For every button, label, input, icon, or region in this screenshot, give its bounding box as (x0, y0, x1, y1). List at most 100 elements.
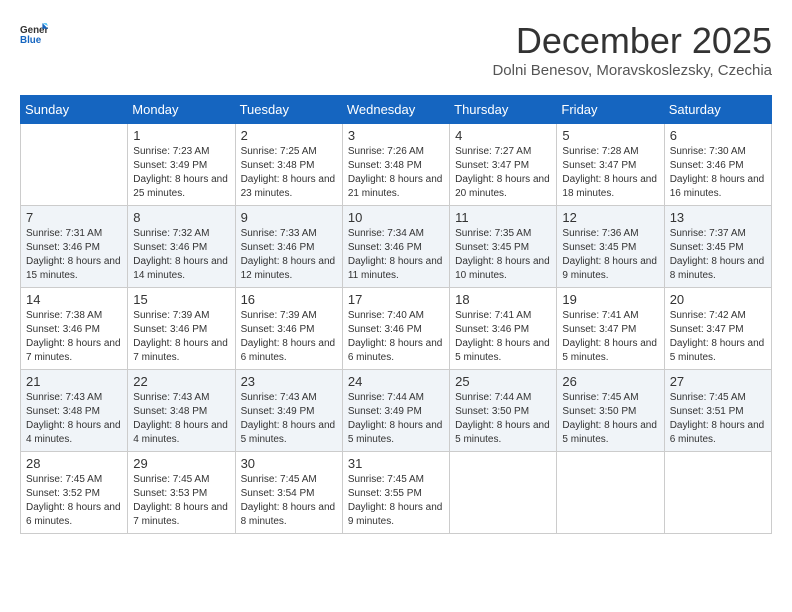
day-number: 27 (670, 374, 766, 389)
day-number: 5 (562, 128, 658, 143)
calendar-cell: 25 Sunrise: 7:44 AMSunset: 3:50 PMDayligh… (450, 370, 557, 452)
day-info: Sunrise: 7:31 AMSunset: 3:46 PMDaylight:… (26, 227, 122, 283)
calendar-cell: 17Sunrise: 7:40 AMSunset: 3:46 PMDayligh… (342, 288, 449, 370)
day-number: 9 (241, 210, 337, 225)
calendar-cell: 23 Sunrise: 7:43 AMSunset: 3:49 PMDayligh… (235, 370, 342, 452)
day-header-thursday: Thursday (450, 96, 557, 124)
calendar-cell: 18 Sunrise: 7:41 AMSunset: 3:46 PMDayligh… (450, 288, 557, 370)
calendar-cell: 14Sunrise: 7:38 AMSunset: 3:46 PMDayligh… (21, 288, 128, 370)
day-number: 2 (241, 128, 337, 143)
page-header: General Blue December 2025 Dolni Benesov… (20, 20, 772, 79)
calendar-cell: 21 Sunrise: 7:43 AMSunset: 3:48 PMDayligh… (21, 370, 128, 452)
day-info: Sunrise: 7:39 AMSunset: 3:46 PMDaylight:… (241, 309, 337, 365)
day-info: Sunrise: 7:23 AMSunset: 3:49 PMDaylight:… (133, 145, 229, 201)
calendar-week-row: 21 Sunrise: 7:43 AMSunset: 3:48 PMDayligh… (21, 370, 772, 452)
logo: General Blue (20, 20, 48, 55)
day-info: Sunrise: 7:43 AMSunset: 3:49 PMDaylight:… (241, 391, 337, 447)
day-info: Sunrise: 7:45 AMSunset: 3:55 PMDaylight:… (348, 473, 444, 529)
calendar-cell: 30Sunrise: 7:45 AMSunset: 3:54 PMDayligh… (235, 452, 342, 534)
day-info: Sunrise: 7:35 AMSunset: 3:45 PMDaylight:… (455, 227, 551, 283)
day-number: 28 (26, 456, 122, 471)
calendar-week-row: 28 Sunrise: 7:45 AMSunset: 3:52 PMDayligh… (21, 452, 772, 534)
day-info: Sunrise: 7:26 AMSunset: 3:48 PMDaylight:… (348, 145, 444, 201)
day-info: Sunrise: 7:25 AMSunset: 3:48 PMDaylight:… (241, 145, 337, 201)
day-number: 19 (562, 292, 658, 307)
calendar-cell: 3 Sunrise: 7:26 AMSunset: 3:48 PMDaylight… (342, 124, 449, 206)
calendar-cell: 13 Sunrise: 7:37 AMSunset: 3:45 PMDayligh… (664, 206, 771, 288)
month-title: December 2025 (492, 20, 772, 62)
day-number: 16 (241, 292, 337, 307)
title-block: December 2025 Dolni Benesov, Moravskosle… (492, 20, 772, 79)
day-header-sunday: Sunday (21, 96, 128, 124)
day-number: 3 (348, 128, 444, 143)
calendar-cell: 9 Sunrise: 7:33 AMSunset: 3:46 PMDaylight… (235, 206, 342, 288)
calendar-cell: 31 Sunrise: 7:45 AMSunset: 3:55 PMDayligh… (342, 452, 449, 534)
day-info: Sunrise: 7:32 AMSunset: 3:46 PMDaylight:… (133, 227, 229, 283)
day-number: 24 (348, 374, 444, 389)
calendar-table: SundayMondayTuesdayWednesdayThursdayFrid… (20, 95, 772, 534)
day-header-monday: Monday (128, 96, 235, 124)
day-number: 22 (133, 374, 229, 389)
day-info: Sunrise: 7:27 AMSunset: 3:47 PMDaylight:… (455, 145, 551, 201)
calendar-cell: 15Sunrise: 7:39 AMSunset: 3:46 PMDayligh… (128, 288, 235, 370)
day-number: 29 (133, 456, 229, 471)
day-header-wednesday: Wednesday (342, 96, 449, 124)
location-subtitle: Dolni Benesov, Moravskoslezsky, Czechia (492, 62, 772, 79)
day-header-saturday: Saturday (664, 96, 771, 124)
day-number: 11 (455, 210, 551, 225)
calendar-cell: 7Sunrise: 7:31 AMSunset: 3:46 PMDaylight… (21, 206, 128, 288)
calendar-cell: 2 Sunrise: 7:25 AMSunset: 3:48 PMDaylight… (235, 124, 342, 206)
day-number: 10 (348, 210, 444, 225)
day-number: 21 (26, 374, 122, 389)
day-info: Sunrise: 7:28 AMSunset: 3:47 PMDaylight:… (562, 145, 658, 201)
day-info: Sunrise: 7:43 AMSunset: 3:48 PMDaylight:… (26, 391, 122, 447)
calendar-cell: 20Sunrise: 7:42 AMSunset: 3:47 PMDayligh… (664, 288, 771, 370)
day-info: Sunrise: 7:38 AMSunset: 3:46 PMDaylight:… (26, 309, 122, 365)
day-info: Sunrise: 7:45 AMSunset: 3:52 PMDaylight:… (26, 473, 122, 529)
day-number: 23 (241, 374, 337, 389)
day-info: Sunrise: 7:43 AMSunset: 3:48 PMDaylight:… (133, 391, 229, 447)
calendar-week-row: 14Sunrise: 7:38 AMSunset: 3:46 PMDayligh… (21, 288, 772, 370)
day-info: Sunrise: 7:36 AMSunset: 3:45 PMDaylight:… (562, 227, 658, 283)
day-number: 26 (562, 374, 658, 389)
day-info: Sunrise: 7:45 AMSunset: 3:53 PMDaylight:… (133, 473, 229, 529)
day-header-tuesday: Tuesday (235, 96, 342, 124)
day-number: 18 (455, 292, 551, 307)
day-number: 6 (670, 128, 766, 143)
calendar-cell: 10Sunrise: 7:34 AMSunset: 3:46 PMDayligh… (342, 206, 449, 288)
day-number: 13 (670, 210, 766, 225)
day-number: 8 (133, 210, 229, 225)
calendar-cell: 19Sunrise: 7:41 AMSunset: 3:47 PMDayligh… (557, 288, 664, 370)
day-number: 12 (562, 210, 658, 225)
calendar-cell: 26 Sunrise: 7:45 AMSunset: 3:50 PMDayligh… (557, 370, 664, 452)
day-info: Sunrise: 7:44 AMSunset: 3:50 PMDaylight:… (455, 391, 551, 447)
day-info: Sunrise: 7:45 AMSunset: 3:51 PMDaylight:… (670, 391, 766, 447)
svg-text:Blue: Blue (20, 35, 42, 46)
calendar-week-row: 1 Sunrise: 7:23 AMSunset: 3:49 PMDaylight… (21, 124, 772, 206)
day-info: Sunrise: 7:41 AMSunset: 3:46 PMDaylight:… (455, 309, 551, 365)
day-info: Sunrise: 7:39 AMSunset: 3:46 PMDaylight:… (133, 309, 229, 365)
calendar-cell (557, 452, 664, 534)
day-info: Sunrise: 7:40 AMSunset: 3:46 PMDaylight:… (348, 309, 444, 365)
day-info: Sunrise: 7:44 AMSunset: 3:49 PMDaylight:… (348, 391, 444, 447)
calendar-week-row: 7Sunrise: 7:31 AMSunset: 3:46 PMDaylight… (21, 206, 772, 288)
calendar-cell: 27 Sunrise: 7:45 AMSunset: 3:51 PMDayligh… (664, 370, 771, 452)
day-number: 4 (455, 128, 551, 143)
calendar-cell (664, 452, 771, 534)
calendar-cell: 24 Sunrise: 7:44 AMSunset: 3:49 PMDayligh… (342, 370, 449, 452)
day-number: 1 (133, 128, 229, 143)
calendar-cell: 6Sunrise: 7:30 AMSunset: 3:46 PMDaylight… (664, 124, 771, 206)
calendar-cell: 4 Sunrise: 7:27 AMSunset: 3:47 PMDaylight… (450, 124, 557, 206)
day-number: 25 (455, 374, 551, 389)
day-info: Sunrise: 7:45 AMSunset: 3:50 PMDaylight:… (562, 391, 658, 447)
day-info: Sunrise: 7:33 AMSunset: 3:46 PMDaylight:… (241, 227, 337, 283)
day-number: 31 (348, 456, 444, 471)
day-info: Sunrise: 7:37 AMSunset: 3:45 PMDaylight:… (670, 227, 766, 283)
calendar-cell: 16 Sunrise: 7:39 AMSunset: 3:46 PMDayligh… (235, 288, 342, 370)
calendar-cell: 12 Sunrise: 7:36 AMSunset: 3:45 PMDayligh… (557, 206, 664, 288)
calendar-cell: 8 Sunrise: 7:32 AMSunset: 3:46 PMDaylight… (128, 206, 235, 288)
calendar-cell (450, 452, 557, 534)
calendar-cell: 29 Sunrise: 7:45 AMSunset: 3:53 PMDayligh… (128, 452, 235, 534)
calendar-cell: 11 Sunrise: 7:35 AMSunset: 3:45 PMDayligh… (450, 206, 557, 288)
calendar-cell: 28 Sunrise: 7:45 AMSunset: 3:52 PMDayligh… (21, 452, 128, 534)
